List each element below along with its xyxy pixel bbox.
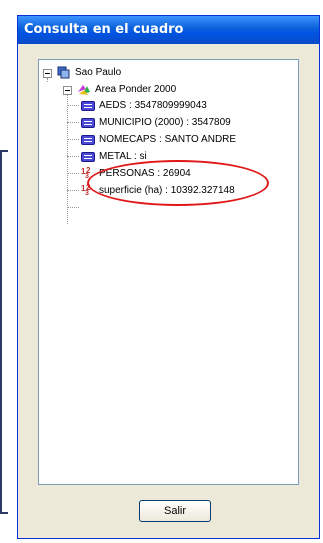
- tree-line: [67, 156, 79, 157]
- collapse-icon[interactable]: [43, 69, 52, 78]
- dialog-body: Sao Paulo Area Ponder 2000 AEDS : 354780…: [21, 44, 316, 535]
- tree-line: [67, 173, 79, 174]
- database-icon: [57, 66, 70, 79]
- attribute-tree[interactable]: Sao Paulo Area Ponder 2000 AEDS : 354780…: [38, 59, 299, 485]
- attribute-label: NOMECAPS : SANTO ANDRE: [99, 134, 237, 145]
- field-icon: [81, 152, 95, 162]
- tree-line: [67, 105, 79, 106]
- tree-node-label: Area Ponder 2000: [95, 84, 177, 95]
- title-bar[interactable]: Consulta en el cuadro: [18, 16, 319, 44]
- attribute-label: AEDS : 3547809999043: [99, 100, 207, 111]
- salir-button[interactable]: Salir: [139, 500, 211, 522]
- attribute-label: MUNICIPIO (2000) : 3547809: [99, 117, 231, 128]
- field-icon: [81, 118, 95, 128]
- field-icon: [81, 135, 95, 145]
- tree-node-root[interactable]: Sao Paulo: [43, 65, 243, 81]
- highlight-ellipse: [87, 160, 269, 206]
- tree-line: [67, 122, 79, 123]
- tree-node-attribute[interactable]: AEDS : 3547809999043: [81, 98, 296, 114]
- field-icon: [81, 101, 95, 111]
- tree-node-layer[interactable]: Area Ponder 2000: [63, 82, 263, 98]
- tree-line: [67, 207, 79, 208]
- tree-line: [67, 139, 79, 140]
- tree-node-label: Sao Paulo: [75, 67, 122, 78]
- background-window-edge: [0, 150, 8, 514]
- tree-node-attribute[interactable]: NOMECAPS : SANTO ANDRE: [81, 132, 296, 148]
- tree-line: [67, 90, 68, 224]
- layer-icon: [78, 85, 90, 95]
- collapse-icon[interactable]: [63, 86, 72, 95]
- tree-node-attribute[interactable]: MUNICIPIO (2000) : 3547809: [81, 115, 296, 131]
- tree-line: [67, 190, 79, 191]
- dialog-title: Consulta en el cuadro: [24, 22, 184, 37]
- query-dialog: Consulta en el cuadro Sao Paulo Area Pon…: [17, 15, 320, 539]
